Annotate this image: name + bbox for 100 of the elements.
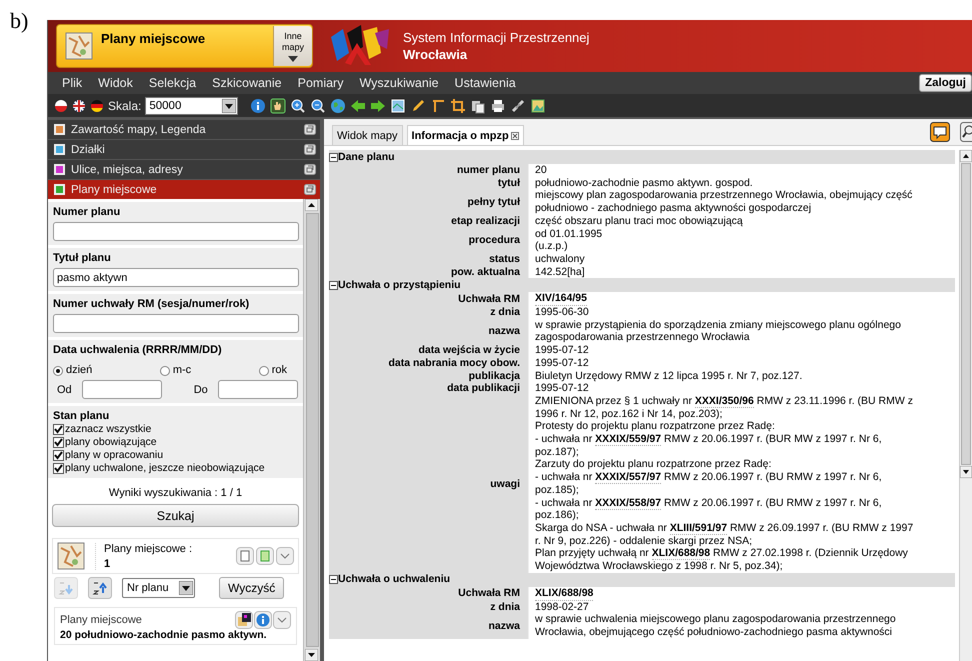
menu-item[interactable]: Ustawienia <box>446 76 524 90</box>
collapse-icon[interactable] <box>329 152 338 162</box>
tab[interactable]: Informacja o mpzp <box>406 125 524 145</box>
zoom-out-icon[interactable] <box>310 98 326 114</box>
field-label: Numer uchwały RM (sesja/numer/rok) <box>53 298 250 310</box>
image-icon[interactable] <box>530 98 546 114</box>
layers-icon[interactable] <box>235 611 253 629</box>
arrow-right-icon[interactable] <box>370 98 386 114</box>
menu-item[interactable]: Pomiary <box>290 76 352 90</box>
flag-icon[interactable] <box>90 98 104 112</box>
hand-icon[interactable] <box>270 98 286 114</box>
document-icon[interactable] <box>236 547 254 565</box>
input-field[interactable]: pasmo aktywn <box>53 268 299 287</box>
pencil-icon[interactable] <box>410 98 426 114</box>
section-header[interactable]: Uchwała o uchwaleniu <box>329 572 955 587</box>
crop-icon[interactable] <box>450 98 466 114</box>
chevron-down-icon[interactable] <box>273 611 291 629</box>
field-label: data publikacji <box>447 382 520 395</box>
field-label: uwagi <box>490 478 520 490</box>
field-label: procedura <box>468 234 520 247</box>
zoom-in-icon[interactable] <box>290 98 306 114</box>
input-field[interactable] <box>53 222 299 241</box>
scroll-down-icon[interactable] <box>960 466 972 478</box>
field-value: 1995-06-30 <box>535 306 590 319</box>
field-value: południowo-zachodnie pasmo aktywn. gospod. <box>535 176 754 190</box>
collapse-icon[interactable] <box>329 280 338 290</box>
tab[interactable]: Widok mapy <box>332 125 403 145</box>
menu-item[interactable]: Wyszukiwanie <box>351 76 447 90</box>
link-icon[interactable] <box>510 98 526 114</box>
input-field[interactable] <box>53 314 299 333</box>
menu-item[interactable]: Szkicowanie <box>204 76 290 90</box>
field-value: 1995-07-12 <box>535 344 590 357</box>
clear-button[interactable]: Wyczyść <box>219 577 284 599</box>
info-icon[interactable] <box>250 98 266 114</box>
layer-icon <box>54 144 65 155</box>
restore-icon <box>304 184 316 195</box>
field-value: uchwalony <box>535 252 586 266</box>
section-header[interactable]: Dane planu <box>329 150 955 164</box>
search-button[interactable]: Szukaj <box>52 504 299 527</box>
field-value: część obszaru planu traci moc obowiązującą <box>535 214 744 228</box>
app-switcher[interactable]: Plany miejscowe Inne mapy <box>56 24 313 68</box>
chevron-down-icon[interactable] <box>276 547 294 565</box>
accordion-header[interactable]: Plany miejscowe <box>48 179 320 199</box>
date-to-field[interactable] <box>218 380 298 399</box>
print-icon[interactable] <box>490 98 506 114</box>
layer-icon <box>54 124 65 135</box>
field-value: w sprawie uchwalenia miejscowego planu zagospodarowania przestrzennego <box>535 613 897 626</box>
radio-option[interactable]: rok <box>258 360 287 376</box>
field-label: pow. aktualna <box>450 266 520 278</box>
menu-item[interactable]: Widok <box>90 76 141 90</box>
menu-item[interactable]: Selekcja <box>140 76 204 90</box>
checkbox-option[interactable]: plany obowiązujące <box>53 436 299 448</box>
field-label: nazwa <box>488 325 520 338</box>
radio-option[interactable]: m-c <box>160 360 192 376</box>
close-icon[interactable] <box>510 132 519 140</box>
accordion-header[interactable]: Ulice, miejsca, adresy <box>48 159 320 179</box>
figure-label: b) <box>10 8 28 34</box>
field-value: od 01.01.1995 <box>535 228 604 240</box>
field-label: pełny tytuł <box>467 196 520 208</box>
section-header[interactable]: Uchwała o przystąpieniu <box>329 278 955 292</box>
sort-select[interactable]: Nr planu <box>122 578 195 598</box>
accordion-header[interactable]: Zawartość mapy, Legenda <box>48 119 320 139</box>
flag-icon[interactable] <box>72 98 86 112</box>
scrollbar[interactable] <box>303 199 320 661</box>
field-value: 1995-07-12 <box>535 356 590 370</box>
radio-option[interactable]: dzień <box>53 360 92 376</box>
arrow-left-icon[interactable] <box>350 98 366 114</box>
to-label: Do <box>194 384 208 396</box>
field-label: tytuł <box>498 176 520 190</box>
field-value: Protesty do projektu planu rozpatrzone przez Radę: <box>535 420 776 434</box>
globe-icon[interactable] <box>330 98 346 114</box>
other-maps-button[interactable]: Inne mapy <box>273 26 312 66</box>
field-label: nazwa <box>488 620 520 632</box>
field-label: Uchwała RM <box>458 292 520 306</box>
menu-item[interactable]: Plik <box>54 76 90 90</box>
scale-label: Skala: <box>108 98 142 112</box>
ruler-icon[interactable] <box>430 98 446 114</box>
document-icon[interactable] <box>256 547 274 565</box>
flag-icon[interactable] <box>54 98 68 112</box>
scrollbar[interactable] <box>959 150 972 661</box>
field-label: etap realizacji <box>451 214 520 228</box>
scroll-up-icon[interactable] <box>960 150 972 162</box>
map-icon[interactable] <box>390 98 406 114</box>
result-item[interactable]: Plany miejscowe 20 południowo-zachodnie pasmo aktywn. <box>54 607 297 645</box>
accordion-header[interactable]: Działki <box>48 139 320 159</box>
collapse-icon[interactable] <box>329 575 338 584</box>
date-from-field[interactable] <box>82 380 162 399</box>
scroll-down-icon[interactable] <box>305 649 318 661</box>
checkbox-option[interactable]: plany w opracowaniu <box>53 449 299 461</box>
scale-select[interactable]: 50000 <box>145 96 238 114</box>
city-title: Wrocławia <box>403 46 468 63</box>
field-value: - uchwała nr XXXIX/558/97 RMW z 20.06.1997 r. (BU RMW z 1997 r. Nr 6, <box>535 496 883 510</box>
login-button[interactable]: Zaloguj <box>919 74 972 92</box>
comment-icon[interactable] <box>930 122 950 142</box>
restore-icon <box>304 144 316 155</box>
checkbox-option[interactable]: zaznacz wszystkie <box>53 423 299 435</box>
scroll-up-icon[interactable] <box>305 199 318 211</box>
checkbox-option[interactable]: plany uchwalone, jeszcze nieobowiązujące <box>53 462 299 474</box>
sort-ascending-icon[interactable] <box>88 577 112 599</box>
search-icon[interactable] <box>960 122 972 142</box>
